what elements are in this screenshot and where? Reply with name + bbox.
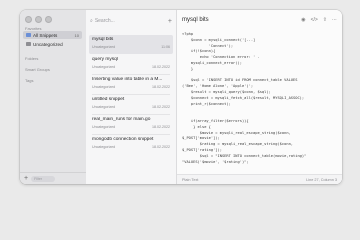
preview-icon[interactable]: ◉ <box>301 17 305 23</box>
list-item[interactable]: real_main_runs for main.go Uncategorized… <box>89 115 173 134</box>
snippet-category: Uncategorized <box>92 45 116 49</box>
list-item[interactable]: query mysql Uncategorized 18.02.2022 <box>89 55 173 74</box>
snippet-category: Uncategorized <box>92 65 116 69</box>
close-window-button[interactable] <box>25 16 32 23</box>
snippet-category: Uncategorized <box>92 125 116 129</box>
sidebar-item-label: All Snippets <box>33 32 58 38</box>
filter-input[interactable]: Filter <box>31 175 56 182</box>
zoom-window-button[interactable] <box>45 16 52 23</box>
editor-toolbar: ◉ </> ⇪ ⋯ <box>301 17 337 23</box>
sidebar-item-count: 10 <box>74 32 79 38</box>
minimize-window-button[interactable] <box>35 16 42 23</box>
add-snippet-icon[interactable]: + <box>168 18 172 25</box>
app-window: Favorites All Snippets 10 Uncategorized … <box>20 10 342 184</box>
snippet-date: 11:06 <box>161 45 170 49</box>
snippet-title: untitled snippet <box>92 97 125 102</box>
list-item[interactable]: mysql bits Uncategorized 11:06 <box>89 35 173 54</box>
add-folder-icon[interactable]: + <box>24 175 28 182</box>
folder-icon <box>26 33 31 37</box>
snippet-date: 18.02.2022 <box>152 125 170 129</box>
snippet-category: Uncategorized <box>92 105 116 109</box>
status-bar: Plain Text Line 27, Column 3 <box>177 174 342 184</box>
folder-icon <box>26 42 31 46</box>
folders-label[interactable]: Folders <box>25 56 38 61</box>
snippet-date: 18.02.2022 <box>152 85 170 89</box>
sidebar: Favorites All Snippets 10 Uncategorized … <box>20 10 87 184</box>
sidebar-item-all-snippets[interactable]: All Snippets 10 <box>23 31 82 39</box>
tags-label[interactable]: Tags <box>25 78 33 83</box>
snippet-category: Uncategorized <box>92 85 116 89</box>
list-item[interactable]: Inserting value into table in a M... Unc… <box>89 75 173 94</box>
snippet-title-field[interactable]: mysql bits <box>182 17 209 23</box>
snippet-title: mysql bits <box>92 37 114 42</box>
language-selector[interactable]: Plain Text <box>182 178 198 182</box>
snippet-title: mongodb connection snippet <box>92 137 154 142</box>
search-input[interactable]: Search... <box>95 18 115 24</box>
list-item[interactable]: mongodb connection snippet Uncategorized… <box>89 135 173 154</box>
sidebar-item-uncategorized[interactable]: Uncategorized <box>23 40 82 48</box>
snippet-list: ⌕ Search... + mysql bits Uncategorized 1… <box>86 10 177 184</box>
smart-groups-label[interactable]: Smart Groups <box>25 67 50 72</box>
code-icon[interactable]: </> <box>311 17 318 23</box>
editor-pane: mysql bits ◉ </> ⇪ ⋯ <?php $conn = mysql… <box>177 10 342 184</box>
search-bar[interactable]: ⌕ Search... + <box>90 17 172 25</box>
more-options-icon[interactable]: ⋯ <box>332 17 337 23</box>
snippet-title: Inserting value into table in a M... <box>92 77 163 82</box>
window-controls <box>25 16 52 23</box>
editor-header: mysql bits ◉ </> ⇪ ⋯ <box>177 10 342 30</box>
snippet-title: query mysql <box>92 57 118 62</box>
cursor-position: Line 27, Column 3 <box>306 177 337 182</box>
list-item[interactable]: untitled snippet Uncategorized 18.02.202… <box>89 95 173 114</box>
snippet-date: 18.02.2022 <box>152 65 170 69</box>
search-icon: ⌕ <box>90 18 93 24</box>
snippet-date: 18.02.2022 <box>152 145 170 149</box>
snippet-title: real_main_runs for main.go <box>92 117 151 122</box>
share-icon[interactable]: ⇪ <box>323 17 327 23</box>
snippet-date: 18.02.2022 <box>152 105 170 109</box>
snippet-category: Uncategorized <box>92 145 116 149</box>
sidebar-item-label: Uncategorized <box>33 41 63 47</box>
sidebar-footer: + Filter <box>20 172 86 184</box>
code-editor[interactable]: <?php $conn = mysqli_connect('[...] 'Con… <box>182 32 338 170</box>
